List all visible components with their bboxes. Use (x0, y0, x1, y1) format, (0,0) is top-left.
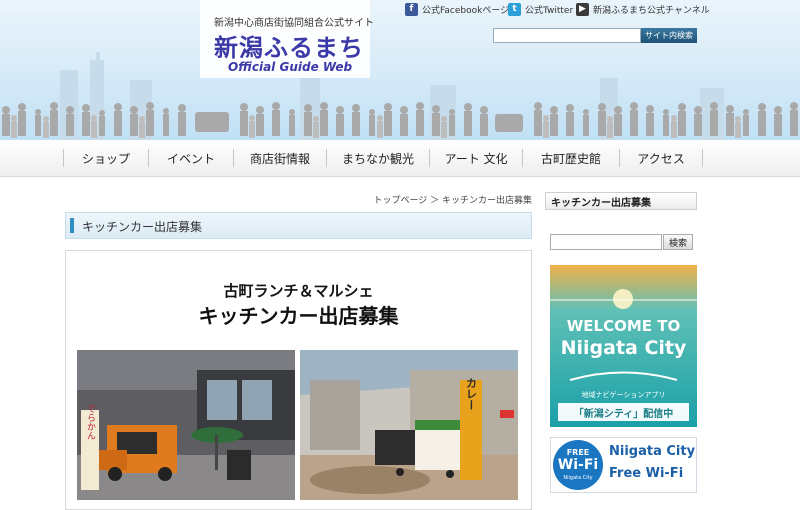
nav-divider (702, 149, 703, 167)
event-title: キッチンカー出店募集 (198, 304, 399, 328)
nav-item-shopping-street[interactable]: 商店街情報 (234, 140, 326, 176)
site-tagline: 新潟中心商店街協同組合公式サイト (214, 18, 374, 29)
welcome-line1: WELCOME TO (566, 317, 681, 335)
welcome-caption: 地域ナビゲーションアプリ (581, 391, 666, 399)
kitchen-car-photo-icon: でらかん (77, 350, 295, 500)
twitter-link[interactable]: t 公式Twitter (508, 0, 573, 18)
site-name-en: Official Guide Web (228, 60, 353, 74)
free-wifi-banner[interactable]: FREE Wi-Fi Niigata City Niigata City Fre… (550, 437, 697, 493)
wifi-icon: FREE Wi-Fi Niigata City (553, 440, 603, 490)
nav-item-history-museum[interactable]: 古町歴史館 (523, 140, 619, 176)
welcome-app-name: 「新潟シティ」配信中 (573, 409, 674, 420)
nav-item-sightseeing[interactable]: まちなか観光 (327, 140, 429, 176)
welcome-niigata-banner[interactable]: WELCOME TO Niigata City 地域ナビゲーションアプリ 「新潟… (550, 265, 697, 427)
arcade-market-photo: カレー (300, 350, 518, 500)
arcade-market-photo-icon: カレー (300, 350, 518, 500)
youtube-icon: ▶ (576, 2, 589, 16)
event-subtitle: 古町ランチ＆マルシェ (223, 282, 374, 300)
sidebar-search-input[interactable] (550, 234, 662, 250)
sidebar-heading: キッチンカー出店募集 (545, 192, 697, 210)
page-title: キッチンカー出店募集 (65, 212, 532, 239)
nav-item-art-culture[interactable]: アート 文化 (430, 140, 522, 176)
site-name[interactable]: 新潟ふるまち (214, 28, 364, 63)
global-nav: ショップ イベント 商店街情報 まちなか観光 アート 文化 古町歴史館 アクセス (0, 140, 800, 177)
facebook-link[interactable]: f 公式Facebookページ (405, 0, 509, 18)
city-crowd-illustration (2, 52, 798, 140)
site-header: 新潟中心商店街協同組合公式サイト 新潟ふるまち Official Guide W… (0, 0, 800, 140)
site-search-input[interactable] (493, 28, 641, 43)
wifi-line2: Free Wi-Fi (609, 466, 684, 481)
nav-item-access[interactable]: アクセス (620, 140, 702, 176)
site-search-button[interactable]: サイト内検索 (641, 28, 697, 43)
facebook-icon: f (405, 2, 418, 16)
breadcrumb[interactable]: トップページ ＞ キッチンカー出店募集 (300, 193, 532, 206)
youtube-link[interactable]: ▶ 新潟ふるまち公式チャンネル (576, 0, 710, 18)
nav-item-event[interactable]: イベント (149, 140, 233, 176)
sidebar-search-button[interactable]: 検索 (663, 234, 693, 250)
nav-item-shop[interactable]: ショップ (64, 140, 148, 176)
wifi-line1: Niigata City (609, 444, 696, 459)
welcome-line2: Niigata City (560, 337, 687, 359)
kitchen-car-photo: でらかん (77, 350, 295, 500)
sign-text: カレー (465, 377, 478, 410)
sign-text: でらかん (85, 404, 96, 440)
twitter-icon: t (508, 2, 521, 16)
